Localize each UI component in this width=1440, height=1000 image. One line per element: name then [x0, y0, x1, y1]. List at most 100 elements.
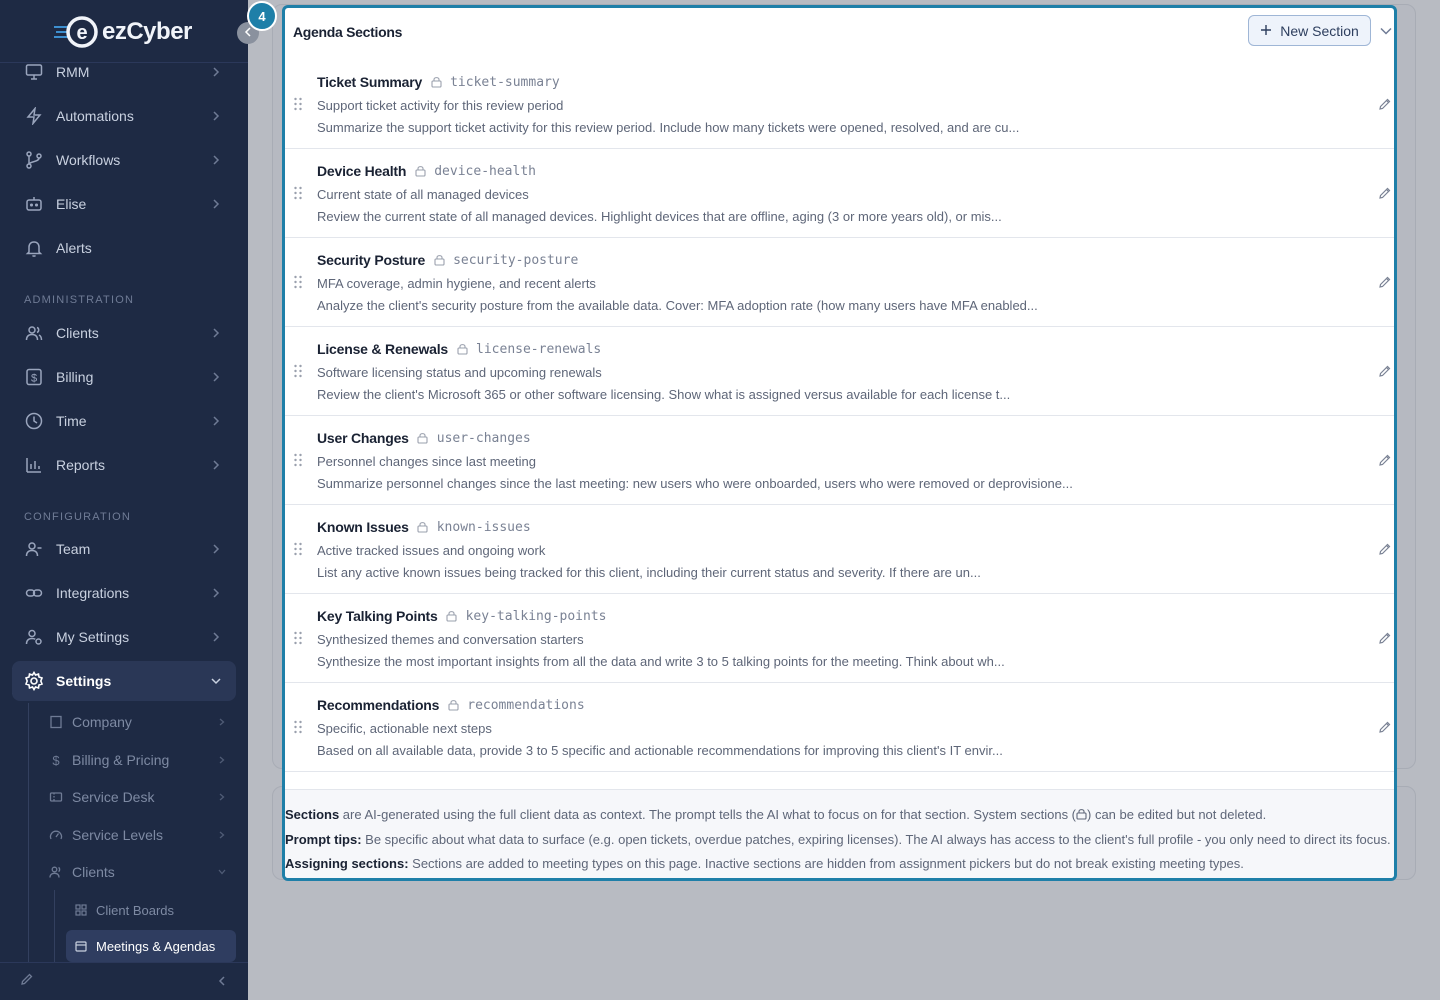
section-prompt-preview: List any active known issues being track… [317, 565, 981, 580]
section-slug: device-health [434, 163, 536, 179]
info-text: Be specific about what data to surface (… [361, 832, 1391, 847]
chevron-right-icon [208, 416, 224, 426]
edit-pencil-icon[interactable] [1377, 541, 1393, 557]
drag-handle-icon[interactable] [293, 631, 303, 645]
edit-pencil-icon[interactable] [1377, 363, 1393, 379]
chevron-right-icon [208, 588, 224, 598]
edit-pencil-icon[interactable] [1377, 96, 1393, 112]
sidebar-item-label: Integrations [56, 585, 130, 601]
ticket-icon [48, 789, 64, 805]
new-section-button[interactable]: New Section [1248, 15, 1371, 46]
section-prompt-preview: Based on all available data, provide 3 t… [317, 743, 1003, 758]
sidebar-subitem-billing-pricing[interactable]: $ Billing & Pricing [40, 744, 236, 776]
section-row[interactable]: Recommendations recommendations Specific… [285, 683, 1394, 772]
edit-pencil-icon[interactable] [1377, 452, 1393, 468]
drag-handle-icon[interactable] [293, 186, 303, 200]
chevron-right-icon [208, 67, 224, 77]
section-row[interactable]: User Changes user-changes Personnel chan… [285, 416, 1394, 505]
section-description: MFA coverage, admin hygiene, and recent … [317, 276, 596, 291]
section-row[interactable]: Known Issues known-issues Active tracked… [285, 505, 1394, 594]
sidebar-item-clients[interactable]: Clients [12, 313, 236, 353]
section-name: Recommendations [317, 697, 440, 713]
pencil-icon[interactable] [20, 972, 34, 991]
edit-pencil-icon[interactable] [1377, 274, 1393, 290]
info-text: ) can be edited but not deleted. [1087, 807, 1267, 822]
chevron-right-icon [208, 460, 224, 470]
users-icon [48, 864, 64, 880]
sidebar-subitem-client-boards[interactable]: Client Boards [66, 894, 236, 926]
section-description: Support ticket activity for this review … [317, 98, 564, 113]
agenda-sections-panel: Agenda Sections New Section Ticket Summa… [282, 5, 1397, 881]
section-description: Specific, actionable next steps [317, 721, 492, 736]
section-row[interactable]: Device Health device-health Current stat… [285, 149, 1394, 238]
brand-logo[interactable]: e ezCyber [54, 14, 192, 50]
git-branch-icon [24, 150, 44, 170]
drag-handle-icon[interactable] [293, 542, 303, 556]
sidebar-item-integrations[interactable]: Integrations [12, 573, 236, 613]
logo-mark-icon: e [54, 15, 98, 49]
drag-handle-icon[interactable] [293, 453, 303, 467]
section-name-line: Device Health device-health [317, 163, 536, 179]
chevron-left-icon [244, 26, 252, 40]
section-prompt-preview: Analyze the client's security posture fr… [317, 298, 1038, 313]
sidebar-subitem-company[interactable]: Company [40, 706, 236, 738]
sidebar-item-alerts[interactable]: Alerts [12, 228, 236, 268]
logo-letter: e [76, 22, 87, 44]
chevron-right-icon [208, 372, 224, 382]
tree-line [54, 890, 55, 962]
chevron-down-icon[interactable] [1378, 23, 1394, 39]
dollar-icon: $ [24, 367, 44, 387]
edit-pencil-icon[interactable] [1377, 630, 1393, 646]
team-icon [24, 539, 44, 559]
section-row[interactable]: License & Renewals license-renewals Soft… [285, 327, 1394, 416]
sidebar-item-time[interactable]: Time [12, 401, 236, 441]
sidebar-item-automations[interactable]: Automations [12, 96, 236, 136]
sidebar-item-team[interactable]: Team [12, 529, 236, 569]
edit-pencil-icon[interactable] [1377, 185, 1393, 201]
sidebar-item-label: Elise [56, 196, 87, 212]
sidebar-item-label: Clients [56, 325, 99, 341]
lock-icon [1076, 804, 1087, 828]
section-prompt-preview: Summarize the support ticket activity fo… [317, 120, 1020, 135]
sidebar-item-label: Automations [56, 108, 134, 124]
section-name-line: Key Talking Points key-talking-points [317, 608, 607, 624]
sidebar-item-reports[interactable]: Reports [12, 445, 236, 485]
section-row[interactable]: Security Posture security-posture MFA co… [285, 238, 1394, 327]
sidebar-item-label: My Settings [56, 629, 130, 645]
monitor-icon [24, 62, 44, 82]
help-info: Sections are AI-generated using the full… [285, 789, 1394, 878]
section-prompt-preview: Summarize personnel changes since the la… [317, 476, 1073, 491]
sidebar-subitem-service-levels[interactable]: Service Levels [40, 819, 236, 851]
sidebar-item-my-settings[interactable]: My Settings [12, 617, 236, 657]
edit-pencil-icon[interactable] [1377, 719, 1393, 735]
section-row[interactable]: Key Talking Points key-talking-points Sy… [285, 594, 1394, 683]
section-name-line: User Changes user-changes [317, 430, 531, 446]
section-name-line: Ticket Summary ticket-summary [317, 74, 560, 90]
chevron-right-icon [208, 199, 224, 209]
section-row[interactable]: Ticket Summary ticket-summary Support ti… [285, 60, 1394, 149]
sidebar-item-label: Settings [56, 673, 112, 689]
section-name: Device Health [317, 163, 407, 179]
sidebar-item-billing[interactable]: $ Billing [12, 357, 236, 397]
section-slug: license-renewals [476, 341, 602, 357]
sidebar-subitem-meetings-agendas[interactable]: Meetings & Agendas [66, 930, 236, 962]
drag-handle-icon[interactable] [293, 364, 303, 378]
section-description: Current state of all managed devices [317, 187, 529, 202]
lock-icon [417, 521, 429, 533]
collapse-sidebar-icon[interactable] [218, 973, 226, 991]
sidebar-subitem-clients[interactable]: Clients [40, 856, 236, 888]
user-cog-icon [24, 627, 44, 647]
chevron-right-icon [208, 632, 224, 642]
users-icon [24, 323, 44, 343]
section-description: Synthesized themes and conversation star… [317, 632, 584, 647]
section-slug: ticket-summary [450, 74, 560, 90]
drag-handle-icon[interactable] [293, 720, 303, 734]
sidebar-subitem-service-desk[interactable]: Service Desk [40, 781, 236, 813]
sidebar-item-rmm[interactable]: RMM [12, 52, 236, 92]
info-line-prompt-tips: Prompt tips: Be specific about what data… [285, 828, 1394, 852]
sidebar-item-settings[interactable]: Settings [12, 661, 236, 701]
sidebar-item-elise[interactable]: Elise [12, 184, 236, 224]
drag-handle-icon[interactable] [293, 275, 303, 289]
drag-handle-icon[interactable] [293, 97, 303, 111]
sidebar-item-workflows[interactable]: Workflows [12, 140, 236, 180]
